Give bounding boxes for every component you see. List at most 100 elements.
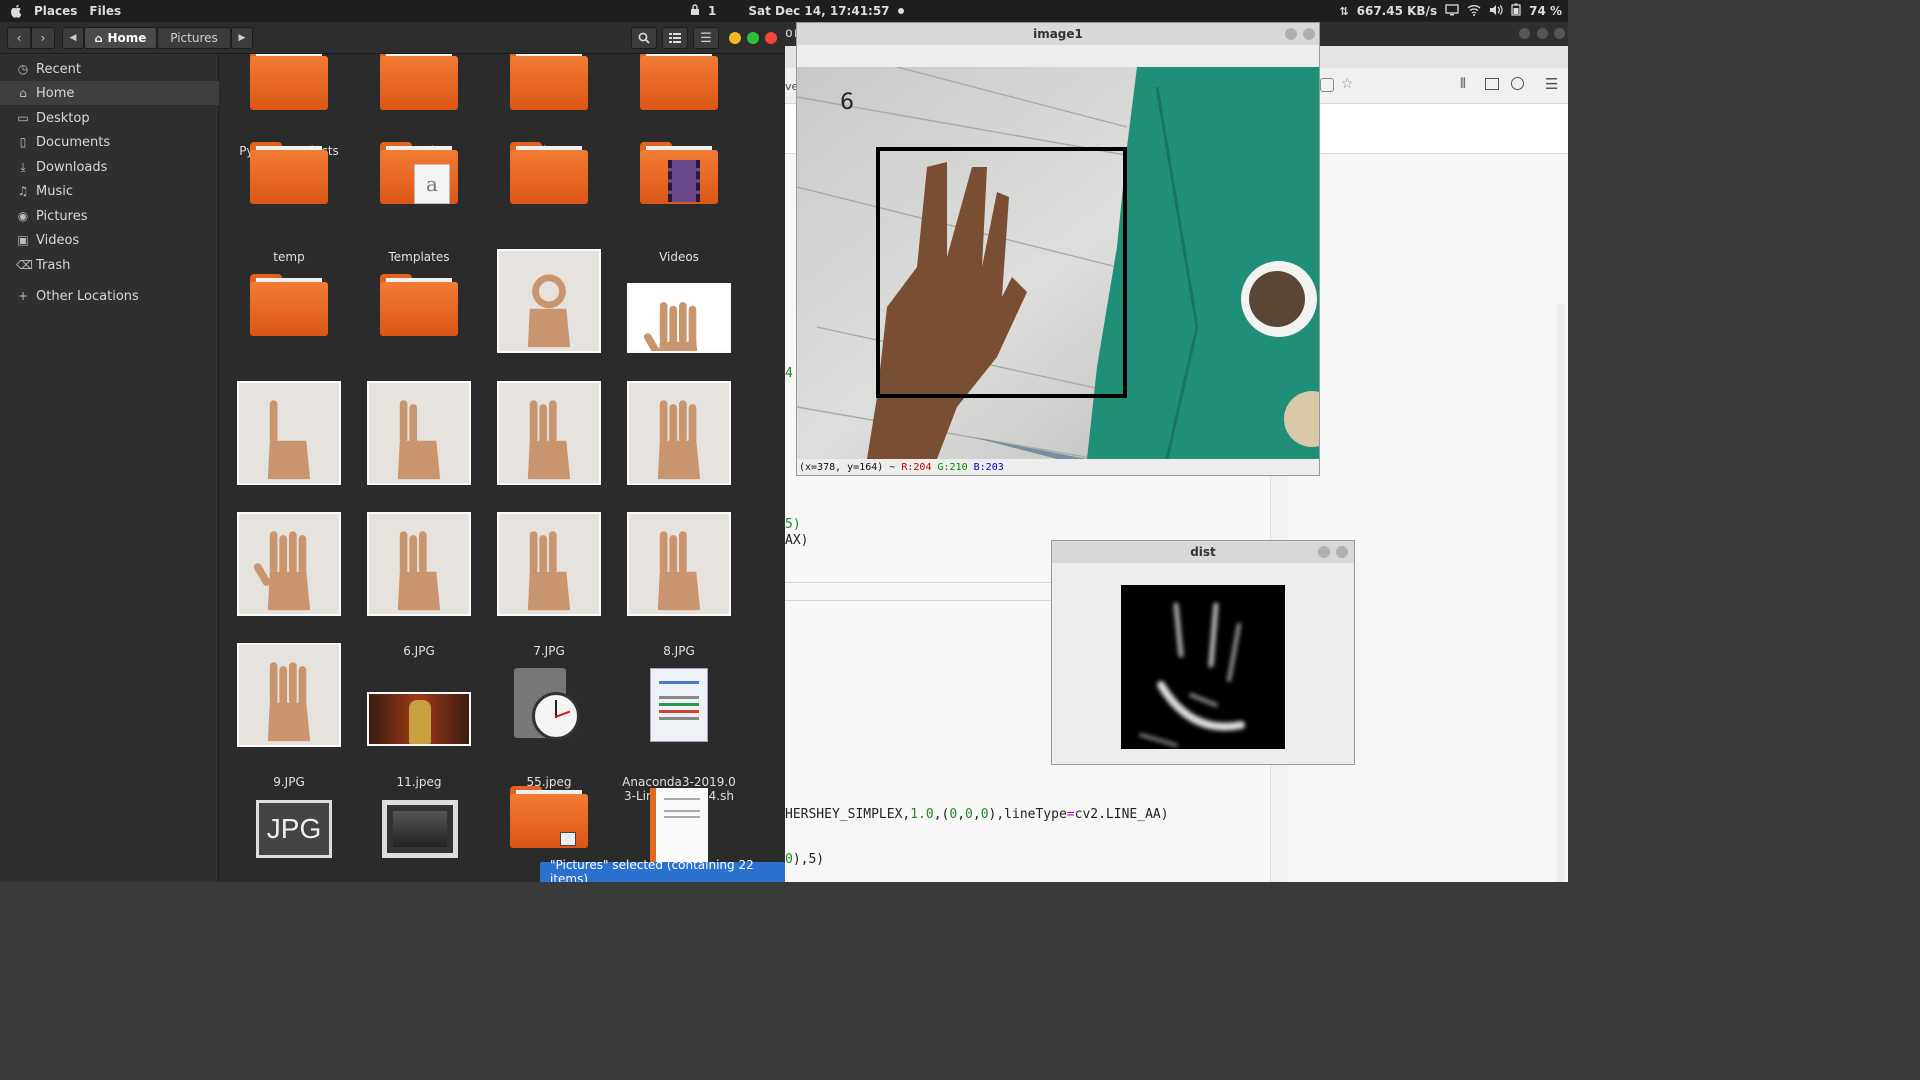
image1-minimize-button[interactable] — [1285, 28, 1297, 40]
library-icon[interactable]: ⫴ — [1460, 76, 1466, 92]
back-button[interactable]: ‹ — [7, 27, 31, 49]
file-item[interactable]: bgr_nemo.webp — [354, 54, 484, 882]
image1-close-button[interactable] — [1303, 28, 1315, 40]
account-icon[interactable] — [1511, 77, 1524, 90]
video-icon: ▣ — [17, 233, 29, 247]
dist-titlebar[interactable]: dist — [1052, 541, 1354, 563]
distance-transform-image — [1121, 585, 1285, 749]
path-scroll-right-button[interactable]: ▶ — [231, 27, 253, 49]
sidebar-item-downloads[interactable]: ⤓ Downloads — [0, 155, 219, 179]
sidebar-item-pictures[interactable]: ◉ Pictures — [0, 204, 219, 228]
dist-title: dist — [1190, 545, 1216, 559]
lock-icon[interactable] — [690, 3, 700, 19]
triangle-right-icon: ▶ — [238, 33, 246, 43]
music-icon: ♫ — [17, 184, 29, 198]
sidebar-item-label: Downloads — [36, 159, 108, 175]
editor-scrollbar[interactable] — [1557, 304, 1565, 882]
image1-window: image1 6 (x=378, y=164) ~ R:204 G:210 B:… — [796, 22, 1320, 476]
star-icon[interactable]: ☆ — [1341, 76, 1354, 92]
sidebar-item-label: Pictures — [36, 208, 88, 224]
sidebar-item-trash[interactable]: ⌫ Trash — [0, 253, 219, 277]
battery-percent: 74 % — [1529, 4, 1562, 18]
sidebar-item-other-locations[interactable]: + Other Locations — [0, 284, 219, 308]
sidebar-item-label: Videos — [36, 232, 80, 248]
lock-count: 1 — [708, 4, 717, 18]
sidebar-item-music[interactable]: ♫ Music — [0, 179, 219, 203]
download-icon: ⤓ — [20, 159, 26, 174]
file-item[interactable]: JPGbgr_nemo.jpeg — [224, 54, 354, 882]
hamburger-menu-icon[interactable]: ☰ — [1545, 75, 1558, 93]
net-speed[interactable]: 667.45 KB/s — [1357, 4, 1437, 18]
path-home-button[interactable]: ⌂ Home — [84, 27, 157, 49]
file-item[interactable] — [614, 54, 744, 882]
sidebar-item-documents[interactable]: ▯ Documents — [0, 130, 219, 154]
triangle-left-icon: ◀ — [69, 33, 77, 43]
files-headerbar: ‹ › ◀ ⌂ Home Pictures ▶ ☰ — [0, 22, 785, 54]
blue-value: B:203 — [973, 462, 1004, 473]
sidebar-item-label: Music — [36, 183, 73, 199]
files-menu[interactable]: Files — [89, 4, 121, 18]
sidebar-item-label: Documents — [36, 134, 111, 150]
path-pictures-button[interactable]: Pictures — [157, 27, 231, 49]
close-button[interactable] — [765, 32, 777, 44]
sidebar-item-videos[interactable]: ▣ Videos — [0, 228, 219, 252]
code-line-4: HERSHEY_SIMPLEX,1.0,(0,0,0),lineType=cv2… — [785, 807, 1169, 822]
editor-close-button[interactable] — [1554, 28, 1565, 39]
folder-icon: ▭ — [17, 111, 29, 125]
dist-close-button[interactable] — [1336, 546, 1348, 558]
datetime[interactable]: Sat Dec 14, 17:41:57 — [748, 4, 889, 18]
apple-icon[interactable] — [8, 4, 22, 18]
dist-minimize-button[interactable] — [1318, 546, 1330, 558]
sidebar-item-recent[interactable]: ◷ Recent — [0, 57, 219, 81]
selection-status: "Pictures" selected (containing 22 items… — [540, 858, 785, 882]
sidebar-item-home[interactable]: ⌂ Home — [0, 81, 219, 105]
folder-icon: ↗ — [510, 786, 588, 848]
volume-icon[interactable] — [1489, 4, 1503, 19]
forward-button[interactable]: › — [31, 27, 55, 49]
top-panel: Places Files 1 Sat Dec 14, 17:41:57 ⇅ 66… — [0, 0, 1568, 22]
file-grid: PycharmProjectsSamplesignsnaptempaTempla… — [219, 54, 785, 882]
code-line-5: 0),5) — [785, 852, 825, 867]
minimize-button[interactable] — [729, 32, 741, 44]
menu-button[interactable]: ☰ — [693, 27, 719, 49]
sidebar-item-desktop[interactable]: ▭ Desktop — [0, 106, 219, 130]
trash-icon: ⌫ — [16, 258, 33, 272]
sidebar-item-label: Other Locations — [36, 288, 139, 304]
camera-frame-image: 6 — [797, 67, 1319, 459]
places-menu[interactable]: Places — [34, 4, 77, 18]
battery-icon[interactable] — [1511, 3, 1521, 19]
coords-text: (x=378, y=164) ~ — [799, 462, 902, 473]
code-line-2: 5) — [785, 517, 801, 532]
wifi-icon[interactable] — [1467, 4, 1481, 19]
home-icon: ⌂ — [94, 31, 103, 45]
search-button[interactable] — [631, 27, 657, 49]
sidebar-toggle-icon[interactable] — [1485, 78, 1499, 90]
code-line-3: AX) — [785, 533, 809, 548]
sidebar-item-label: Recent — [36, 61, 81, 77]
plus-icon: + — [17, 289, 29, 303]
green-value: G:210 — [937, 462, 968, 473]
dist-window: dist — [1051, 540, 1355, 765]
link-arrow-icon: ↗ — [560, 832, 576, 846]
places-sidebar: ◷ Recent ⌂ Home ▭ Desktop ▯ Documents ⤓ Downl… — [0, 54, 219, 882]
path-home-label: Home — [107, 31, 147, 45]
editor-maximize-button[interactable] — [1537, 28, 1548, 39]
editor-minimize-button[interactable] — [1519, 28, 1530, 39]
home-icon: ⌂ — [19, 86, 27, 100]
pocket-icon[interactable] — [1320, 78, 1334, 92]
red-value: R:204 — [901, 462, 932, 473]
monitor-icon[interactable] — [1445, 3, 1459, 19]
sidebar-item-label: Desktop — [36, 110, 90, 126]
files-window: ‹ › ◀ ⌂ Home Pictures ▶ ☰ ◷ Recent ⌂ Hom… — [0, 22, 785, 882]
view-toggle-button[interactable] — [662, 27, 688, 49]
file-item[interactable]: ↗Exa — [484, 54, 614, 882]
image1-title: image1 — [1033, 27, 1083, 41]
document-icon: ▯ — [19, 135, 27, 149]
document-file-icon — [650, 788, 708, 862]
path-pictures-label: Pictures — [170, 31, 218, 45]
image1-titlebar[interactable]: image1 — [797, 23, 1319, 45]
path-scroll-left-button[interactable]: ◀ — [62, 27, 84, 49]
maximize-button[interactable] — [747, 32, 759, 44]
overlay-count-label: 6 — [840, 90, 854, 115]
search-icon — [638, 32, 650, 44]
